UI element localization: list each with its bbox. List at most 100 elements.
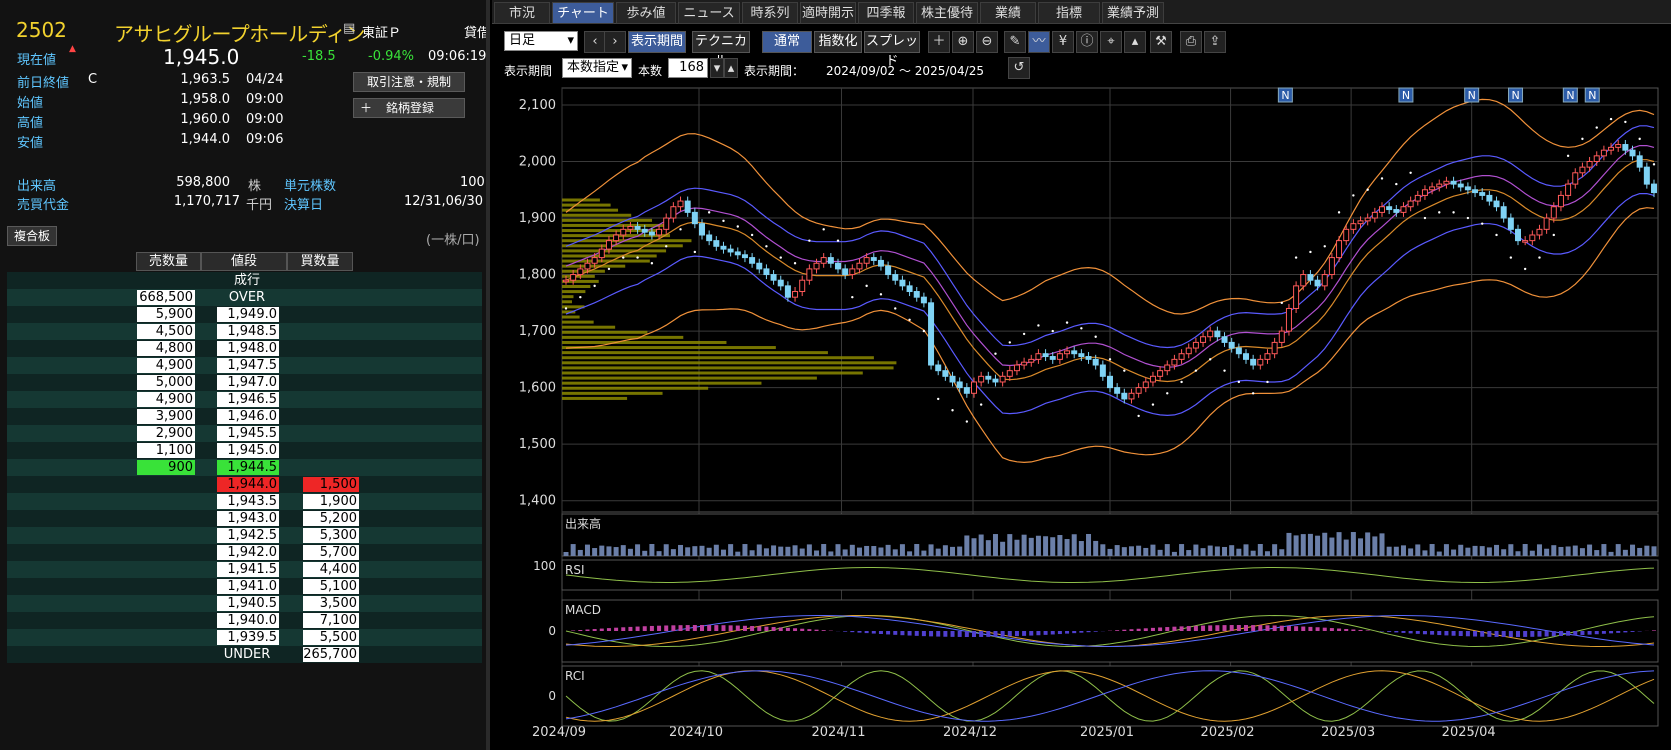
candle-body[interactable]: [843, 269, 848, 275]
candle-body[interactable]: [1408, 201, 1413, 207]
candle-body[interactable]: [900, 280, 905, 286]
price-cell[interactable]: 1,942.5: [217, 528, 279, 543]
candle-body[interactable]: [707, 235, 712, 241]
candle-body[interactable]: [1036, 354, 1041, 360]
candle-body[interactable]: [1587, 161, 1592, 167]
candle-body[interactable]: [621, 229, 626, 235]
candle-body[interactable]: [628, 227, 633, 230]
candle-body[interactable]: [721, 246, 726, 249]
candle-body[interactable]: [1458, 184, 1463, 187]
candle-body[interactable]: [1007, 371, 1012, 377]
price-cell[interactable]: 1,944.5: [217, 460, 279, 475]
candle-body[interactable]: [1609, 147, 1614, 150]
candle-body[interactable]: [599, 249, 604, 257]
candle-body[interactable]: [893, 275, 898, 281]
candle-body[interactable]: [1365, 218, 1370, 221]
sell-qty[interactable]: 2,900: [137, 426, 195, 441]
buy-qty[interactable]: 1,900: [303, 494, 359, 509]
candle-body[interactable]: [943, 371, 948, 377]
candle-body[interactable]: [1315, 280, 1320, 286]
candle-body[interactable]: [972, 382, 977, 393]
sell-qty[interactable]: 3,900: [137, 409, 195, 424]
candle-body[interactable]: [1150, 376, 1155, 382]
board-row[interactable]: 1,944.0 1,500: [7, 476, 482, 493]
price-cell[interactable]: 成行: [217, 273, 279, 288]
candle-body[interactable]: [1014, 365, 1019, 371]
candle-body[interactable]: [850, 269, 855, 275]
candle-body[interactable]: [1580, 167, 1585, 173]
buy-qty[interactable]: 1,500: [303, 477, 359, 492]
candle-body[interactable]: [964, 388, 969, 394]
candle-body[interactable]: [778, 280, 783, 286]
candle-body[interactable]: [921, 297, 926, 303]
sell-qty[interactable]: 668,500: [137, 290, 195, 305]
candle-body[interactable]: [1329, 258, 1334, 275]
board-row[interactable]: 1,942.5 5,300: [7, 527, 482, 544]
trade-notice-button[interactable]: 取引注意・規制: [353, 72, 465, 92]
price-cell[interactable]: 1,942.0: [217, 545, 279, 560]
candle-body[interactable]: [1616, 145, 1621, 148]
candle-body[interactable]: [878, 260, 883, 266]
candle-body[interactable]: [1480, 193, 1485, 196]
candle-body[interactable]: [1372, 212, 1377, 218]
price-cell[interactable]: 1,947.0: [217, 375, 279, 390]
board-row[interactable]: 5,000 1,947.0: [7, 374, 482, 391]
candle-body[interactable]: [1301, 275, 1306, 286]
price-cell[interactable]: 1,948.0: [217, 341, 279, 356]
sell-qty[interactable]: 4,800: [137, 341, 195, 356]
candle-body[interactable]: [857, 263, 862, 269]
price-cell[interactable]: 1,940.0: [217, 613, 279, 628]
candle-body[interactable]: [678, 201, 683, 207]
candle-body[interactable]: [1229, 342, 1234, 348]
board-row[interactable]: 5,900 1,949.0: [7, 306, 482, 323]
candle-body[interactable]: [807, 269, 812, 280]
price-cell[interactable]: 1,945.5: [217, 426, 279, 441]
candle-body[interactable]: [1201, 337, 1206, 343]
candle-body[interactable]: [1451, 181, 1456, 184]
candle-body[interactable]: [1358, 221, 1363, 224]
candle-body[interactable]: [757, 263, 762, 269]
rsi-panel[interactable]: [562, 560, 1658, 590]
candle-body[interactable]: [1000, 376, 1005, 382]
candle-body[interactable]: [1523, 241, 1528, 243]
price-cell[interactable]: 1,941.5: [217, 562, 279, 577]
candle-body[interactable]: [1473, 190, 1478, 193]
candle-body[interactable]: [1430, 187, 1435, 190]
candle-body[interactable]: [1108, 376, 1113, 387]
candle-body[interactable]: [1143, 382, 1148, 388]
candle-body[interactable]: [606, 241, 611, 249]
board-row[interactable]: 1,939.5 5,500: [7, 629, 482, 646]
candle-body[interactable]: [1079, 354, 1084, 357]
candle-body[interactable]: [692, 212, 697, 223]
board-row[interactable]: 1,940.0 7,100: [7, 612, 482, 629]
candle-body[interactable]: [1652, 184, 1657, 192]
document-icon[interactable]: ▤: [343, 21, 355, 36]
candle-body[interactable]: [1208, 331, 1213, 337]
price-cell[interactable]: UNDER: [217, 647, 279, 662]
candle-body[interactable]: [1537, 229, 1542, 235]
candle-body[interactable]: [1279, 331, 1284, 342]
candle-body[interactable]: [764, 269, 769, 275]
price-cell[interactable]: OVER: [217, 290, 279, 305]
candle-body[interactable]: [1136, 388, 1141, 394]
candle-body[interactable]: [929, 303, 934, 365]
candle-body[interactable]: [986, 376, 991, 379]
sell-qty[interactable]: 900: [137, 460, 195, 475]
candle-body[interactable]: [836, 263, 841, 269]
candle-body[interactable]: [1072, 351, 1077, 354]
candle-body[interactable]: [1380, 207, 1385, 213]
board-row[interactable]: 成行: [7, 272, 482, 289]
candle-body[interactable]: [1544, 218, 1549, 229]
board-row[interactable]: 2,900 1,945.5: [7, 425, 482, 442]
candle-body[interactable]: [821, 258, 826, 264]
candle-body[interactable]: [1022, 362, 1027, 365]
candle-body[interactable]: [685, 201, 690, 212]
candle-body[interactable]: [1337, 241, 1342, 258]
candle-body[interactable]: [1286, 308, 1291, 331]
candle-body[interactable]: [1401, 207, 1406, 213]
candle-body[interactable]: [1265, 354, 1270, 360]
candle-body[interactable]: [957, 382, 962, 388]
price-cell[interactable]: 1,946.5: [217, 392, 279, 407]
candle-body[interactable]: [800, 280, 805, 291]
candle-body[interactable]: [1158, 371, 1163, 377]
